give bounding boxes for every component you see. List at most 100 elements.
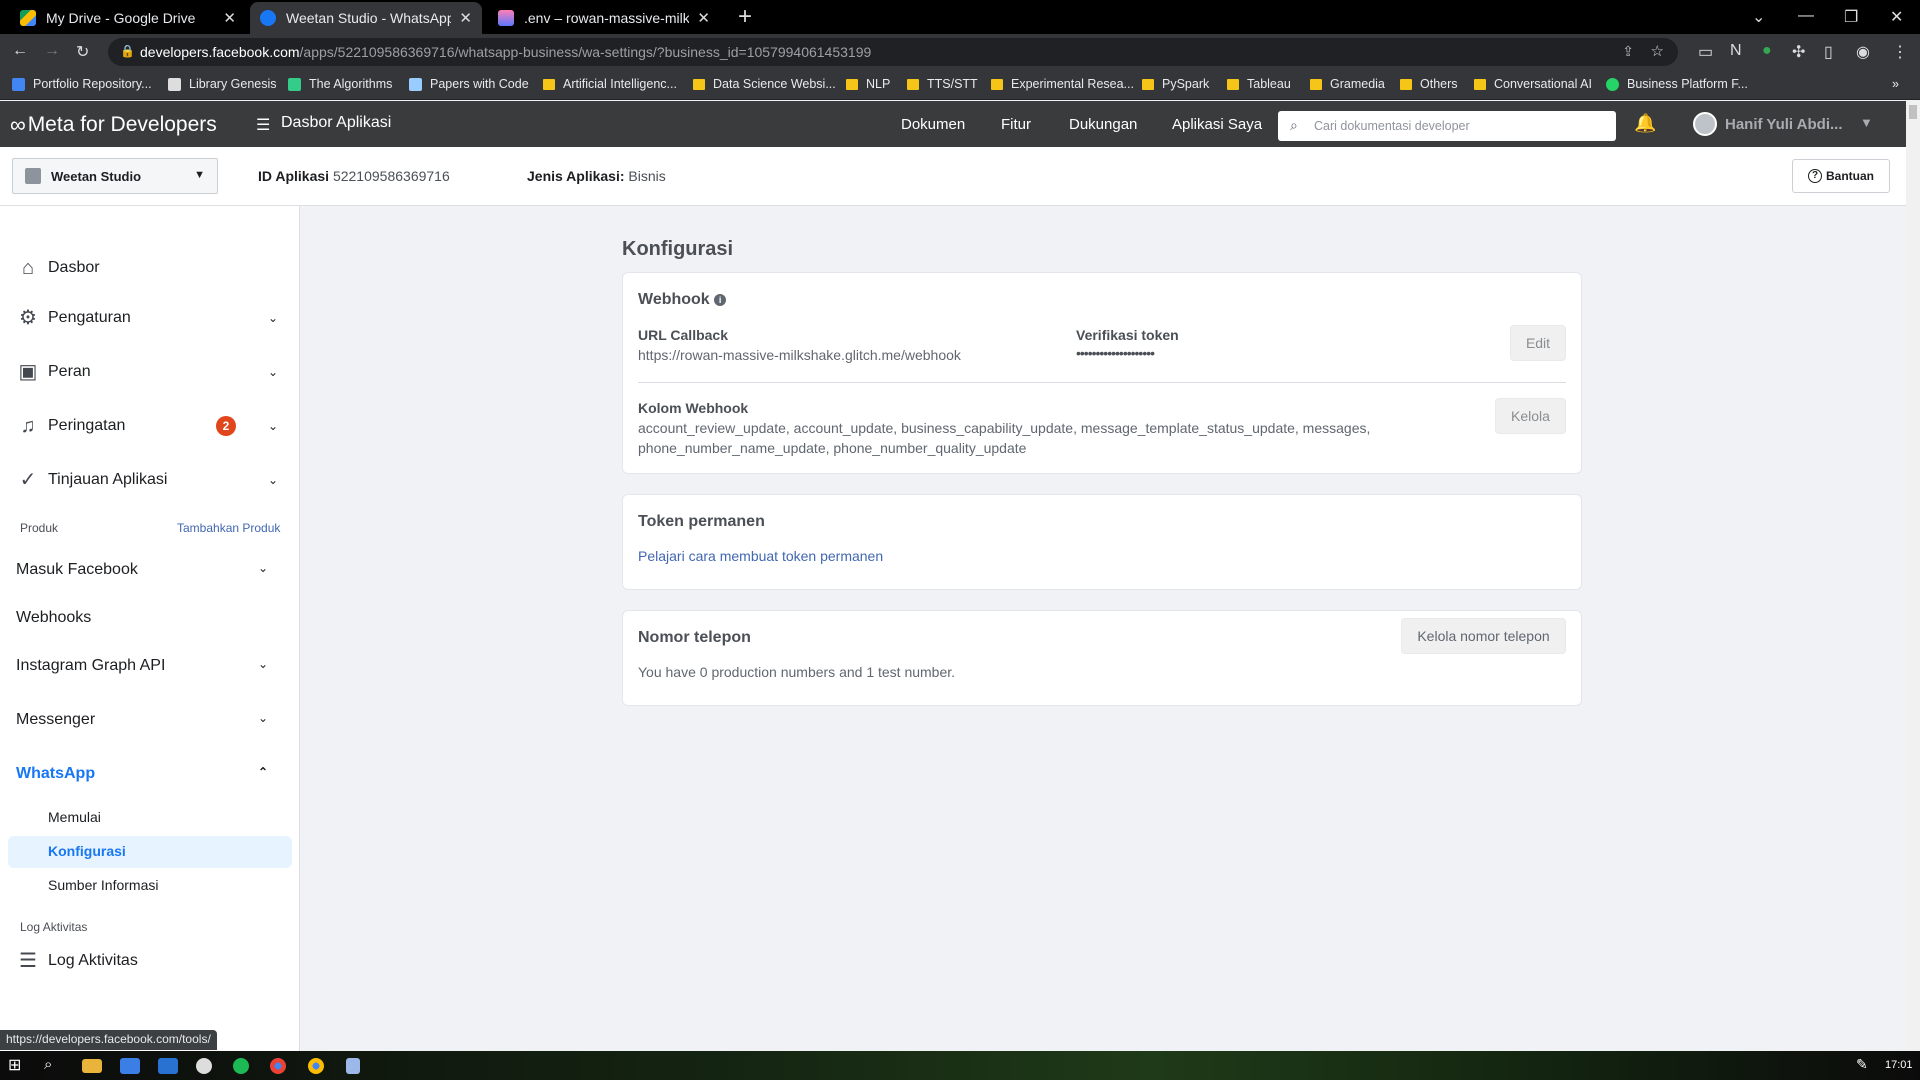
chevron-down-icon: ⌄	[258, 657, 269, 671]
notion-extension-icon[interactable]: N	[1730, 42, 1742, 60]
bookmark-pyspark-folder[interactable]: PySpark	[1142, 77, 1209, 91]
user-menu-chevron-icon[interactable]: ▼	[1860, 115, 1873, 130]
page-title: Konfigurasi	[622, 238, 734, 260]
chevron-down-icon: ⌄	[267, 419, 278, 433]
nav-dukungan[interactable]: Dukungan	[1069, 116, 1137, 133]
chrome-profile-icon[interactable]	[308, 1058, 324, 1074]
user-name[interactable]: Hanif Yuli Abdi...	[1725, 116, 1843, 133]
sidebar-item-instagram[interactable]: Instagram Graph API ⌄	[16, 657, 286, 675]
url-path: /apps/522109586369716/whatsapp-business/…	[299, 44, 872, 60]
cast-icon[interactable]: ▭	[1698, 42, 1713, 62]
sidebar-item-messenger[interactable]: Messenger ⌄	[16, 711, 286, 729]
trello-icon[interactable]	[158, 1058, 178, 1074]
more-bookmarks-icon[interactable]: »	[1892, 77, 1899, 91]
bookmark-tableau-folder[interactable]: Tableau	[1227, 77, 1291, 91]
browser-tab-weetan[interactable]: Weetan Studio - WhatsApp - Fac ✕	[250, 2, 482, 34]
sidebar-item-tinjauan[interactable]: ✓ Tinjauan Aplikasi ⌄	[16, 468, 278, 492]
bookmark-nlp-folder[interactable]: NLP	[846, 77, 890, 91]
nav-dokumen[interactable]: Dokumen	[901, 116, 965, 133]
help-button[interactable]: ? Bantuan	[1792, 159, 1890, 193]
help-label: Bantuan	[1826, 169, 1874, 183]
meta-logo[interactable]: ∞ Meta for Developers	[10, 112, 217, 138]
pen-icon[interactable]: ✎	[1856, 1056, 1868, 1073]
bookmark-ds-folder[interactable]: Data Science Websi...	[693, 77, 836, 91]
sidebar-item-peran[interactable]: ▣ Peran ⌄	[16, 360, 278, 384]
search-input[interactable]: ⌕ Cari dokumentasi developer	[1278, 111, 1616, 141]
status-url-tooltip: https://developers.facebook.com/tools/	[0, 1030, 217, 1050]
verify-token-label: Verifikasi token	[1076, 327, 1179, 343]
app-dashboard-link[interactable]: Dasbor Aplikasi	[281, 114, 391, 132]
sidebar-item-masuk-facebook[interactable]: Masuk Facebook ⌄	[16, 561, 286, 579]
scrollbar-thumb[interactable]	[1909, 105, 1917, 119]
spotify-icon[interactable]	[233, 1058, 249, 1074]
question-circle-icon: ?	[1808, 169, 1822, 183]
back-icon[interactable]: ←	[12, 42, 28, 60]
sidebar-item-dasbor[interactable]: ⌂ Dasbor	[16, 256, 276, 280]
close-tab-icon[interactable]: ✕	[697, 9, 710, 27]
bookmark-star-icon[interactable]: ☆	[1651, 42, 1664, 60]
add-product-link[interactable]: Tambahkan Produk	[177, 521, 280, 535]
nav-fitur[interactable]: Fitur	[1001, 116, 1031, 133]
side-panel-icon[interactable]: ▯	[1824, 42, 1833, 62]
sidebar-item-pengaturan[interactable]: ⚙ Pengaturan ⌄	[16, 306, 278, 330]
manage-phone-numbers-button[interactable]: Kelola nomor telepon	[1401, 618, 1566, 654]
phone-number-summary: You have 0 production numbers and 1 test…	[638, 664, 956, 680]
page-scrollbar[interactable]	[1906, 101, 1920, 1051]
sidebar-item-webhooks[interactable]: Webhooks	[16, 609, 286, 627]
close-tab-icon[interactable]: ✕	[459, 9, 472, 27]
sidebar-sub-memulai[interactable]: Memulai	[48, 809, 101, 825]
browser-tab-google-drive[interactable]: My Drive - Google Drive ✕	[10, 2, 246, 34]
close-window-icon[interactable]: ✕	[1890, 7, 1903, 27]
hamburger-menu-icon[interactable]: ☰	[256, 115, 270, 135]
sidebar-sub-sumber-informasi[interactable]: Sumber Informasi	[48, 877, 158, 893]
sidebar-sub-konfigurasi[interactable]: Konfigurasi	[48, 843, 126, 859]
bookmark-portfolio[interactable]: Portfolio Repository...	[12, 77, 152, 91]
app-icon[interactable]	[346, 1058, 360, 1074]
new-tab-button[interactable]: +	[738, 3, 752, 31]
forward-icon[interactable]: →	[44, 42, 60, 60]
bookmark-others-folder[interactable]: Others	[1400, 77, 1458, 91]
github-icon[interactable]	[196, 1058, 212, 1074]
extension-green-icon[interactable]: ●	[1762, 42, 1772, 60]
share-icon[interactable]: ⇪	[1622, 43, 1634, 60]
bookmark-library-genesis[interactable]: Library Genesis	[168, 77, 277, 91]
bookmark-papers-with-code[interactable]: Papers with Code	[409, 77, 529, 91]
reload-icon[interactable]: ↻	[76, 42, 89, 62]
edit-button[interactable]: Edit	[1510, 325, 1566, 361]
search-icon[interactable]: ⌕	[44, 1056, 64, 1076]
bookmark-business-platform[interactable]: Business Platform F...	[1606, 77, 1748, 91]
bookmark-experimental-folder[interactable]: Experimental Resea...	[991, 77, 1134, 91]
sidebar-item-peringatan[interactable]: ♫ Peringatan ⌄	[16, 414, 279, 438]
address-bar[interactable]: 🔒 developers.facebook.com/apps/522109586…	[108, 38, 1678, 66]
bookmark-conversational-folder[interactable]: Conversational AI	[1474, 77, 1592, 91]
tab-search-icon[interactable]: ⌄	[1752, 7, 1765, 27]
calendar-icon[interactable]	[120, 1058, 140, 1074]
file-explorer-icon[interactable]	[82, 1059, 102, 1073]
permanent-token-link[interactable]: Pelajari cara membuat token permanen	[638, 548, 883, 564]
sidebar-item-whatsapp[interactable]: WhatsApp ⌃	[16, 765, 286, 783]
avatar[interactable]	[1693, 112, 1717, 136]
bookmark-ai-folder[interactable]: Artificial Intelligenc...	[543, 77, 677, 91]
list-icon: ☰	[19, 950, 37, 972]
notification-bell-icon[interactable]: 🔔	[1634, 113, 1656, 134]
folder-icon	[991, 78, 1003, 90]
nav-aplikasi-saya[interactable]: Aplikasi Saya	[1172, 116, 1262, 133]
browser-tab-glitch[interactable]: .env – rowan-massive-milkshake ✕	[488, 2, 720, 34]
windows-start-icon[interactable]: ⊞	[8, 1055, 28, 1075]
manage-webhook-fields-button[interactable]: Kelola	[1495, 398, 1566, 434]
folder-icon	[846, 78, 858, 90]
bookmark-the-algorithms[interactable]: The Algorithms	[288, 77, 392, 91]
profile-avatar-icon[interactable]: ◉	[1856, 42, 1870, 62]
info-icon[interactable]: i	[714, 293, 727, 306]
chrome-menu-icon[interactable]: ⋮	[1892, 42, 1908, 62]
app-selector[interactable]: Weetan Studio ▼	[12, 158, 218, 194]
meta-infinity-icon: ∞	[10, 112, 26, 137]
bookmark-tts-folder[interactable]: TTS/STT	[907, 77, 978, 91]
extensions-puzzle-icon[interactable]: ✣	[1792, 42, 1805, 62]
close-tab-icon[interactable]: ✕	[223, 9, 236, 27]
bookmark-gramedia-folder[interactable]: Gramedia	[1310, 77, 1385, 91]
restore-icon[interactable]: ❐	[1844, 7, 1858, 27]
sidebar-item-log-aktivitas[interactable]: ☰ Log Aktivitas	[16, 949, 276, 973]
chrome-icon[interactable]	[270, 1058, 286, 1074]
minimize-icon[interactable]: —	[1798, 7, 1814, 25]
